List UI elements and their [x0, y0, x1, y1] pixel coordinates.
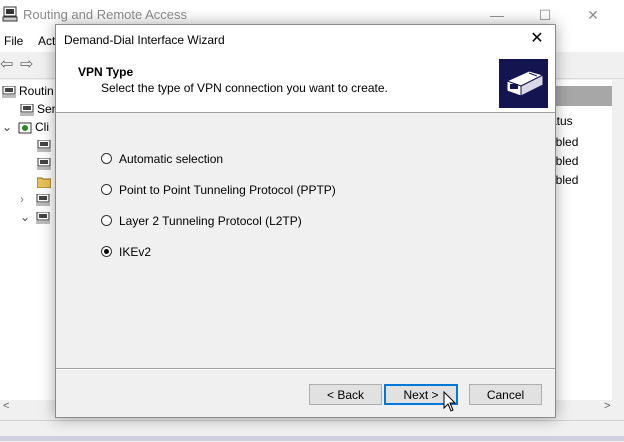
- server-icon: [20, 103, 34, 116]
- folder-icon: [37, 177, 51, 188]
- radio-automatic-selection[interactable]: Automatic selection: [101, 151, 223, 167]
- close-window-button[interactable]: ✕: [570, 0, 616, 30]
- radio-label: IKEv2: [119, 244, 152, 259]
- wizard-content: Automatic selection Point to Point Tunne…: [56, 113, 555, 368]
- routing-app-icon: [2, 6, 18, 22]
- clients-icon: [18, 122, 32, 134]
- chevron-down-icon[interactable]: ⌄: [20, 210, 36, 224]
- mouse-pointer-icon: [443, 391, 457, 412]
- tree-item-clients[interactable]: ⌄ Cli: [2, 120, 49, 138]
- radio-button[interactable]: [101, 153, 112, 165]
- vertical-scrollbar[interactable]: [612, 80, 624, 400]
- radio-label: Point to Point Tunneling Protocol (PPTP): [119, 182, 336, 197]
- radio-label: Layer 2 Tunneling Protocol (L2TP): [119, 213, 302, 228]
- menu-action[interactable]: Act: [38, 34, 55, 48]
- main-window-title: Routing and Remote Access: [23, 7, 188, 22]
- dialog-title: Demand-Dial Interface Wizard: [64, 33, 225, 47]
- radio-label: Automatic selection: [119, 151, 224, 166]
- forward-arrow-icon[interactable]: ⇨: [20, 57, 33, 73]
- computer-icon: [37, 157, 51, 170]
- back-arrow-icon[interactable]: ⇦: [0, 57, 13, 73]
- footer-divider: [56, 368, 555, 370]
- dialog-titlebar: Demand-Dial Interface Wizard ✕: [56, 25, 555, 54]
- computer-icon: [36, 193, 50, 206]
- tree-item-server[interactable]: Ser: [20, 102, 56, 120]
- tree-item-node[interactable]: [37, 156, 54, 174]
- menu-file[interactable]: File: [4, 34, 23, 48]
- radio-ikev2[interactable]: IKEv2: [101, 244, 151, 260]
- radio-button[interactable]: [101, 215, 112, 227]
- page-title: VPN Type: [78, 65, 134, 79]
- radio-button[interactable]: [101, 184, 112, 196]
- scroll-left-icon[interactable]: <: [3, 400, 9, 412]
- computer-icon: [37, 139, 51, 152]
- taskbar-strip: [0, 436, 624, 441]
- tree-item-label: Routin: [19, 84, 54, 98]
- vpn-tunnel-icon: [499, 59, 548, 108]
- radio-button[interactable]: [101, 246, 112, 258]
- tree-item-routing[interactable]: Routin: [2, 84, 54, 102]
- back-button[interactable]: < Back: [309, 384, 382, 405]
- computer-icon: [36, 211, 50, 224]
- list-header-bar: [555, 86, 612, 106]
- chevron-down-icon[interactable]: ⌄: [2, 120, 18, 134]
- page-subtitle: Select the type of VPN connection you wa…: [101, 81, 388, 95]
- tree-item-label: Ser: [37, 102, 56, 116]
- console-tree: Routin Ser ⌄ Cli › ⌄: [0, 80, 56, 400]
- details-list: atus abled abled abled: [549, 80, 612, 400]
- tree-item-label: Cli: [35, 120, 49, 134]
- wizard-header: VPN Type Select the type of VPN connecti…: [56, 54, 555, 113]
- tree-item-node[interactable]: ⌄: [20, 210, 53, 228]
- tree-item-node[interactable]: [37, 138, 54, 156]
- server-icon: [2, 85, 16, 98]
- scroll-right-icon[interactable]: >: [604, 400, 610, 412]
- demand-dial-wizard-dialog: Demand-Dial Interface Wizard ✕ VPN Type …: [55, 24, 556, 418]
- dialog-close-button[interactable]: ✕: [525, 28, 549, 50]
- radio-l2tp[interactable]: Layer 2 Tunneling Protocol (L2TP): [101, 213, 302, 229]
- tree-item-node[interactable]: ›: [20, 192, 53, 210]
- tree-item-folder[interactable]: [37, 174, 54, 192]
- cancel-button[interactable]: Cancel: [469, 384, 542, 405]
- chevron-right-icon[interactable]: ›: [20, 192, 36, 206]
- radio-pptp[interactable]: Point to Point Tunneling Protocol (PPTP): [101, 182, 336, 198]
